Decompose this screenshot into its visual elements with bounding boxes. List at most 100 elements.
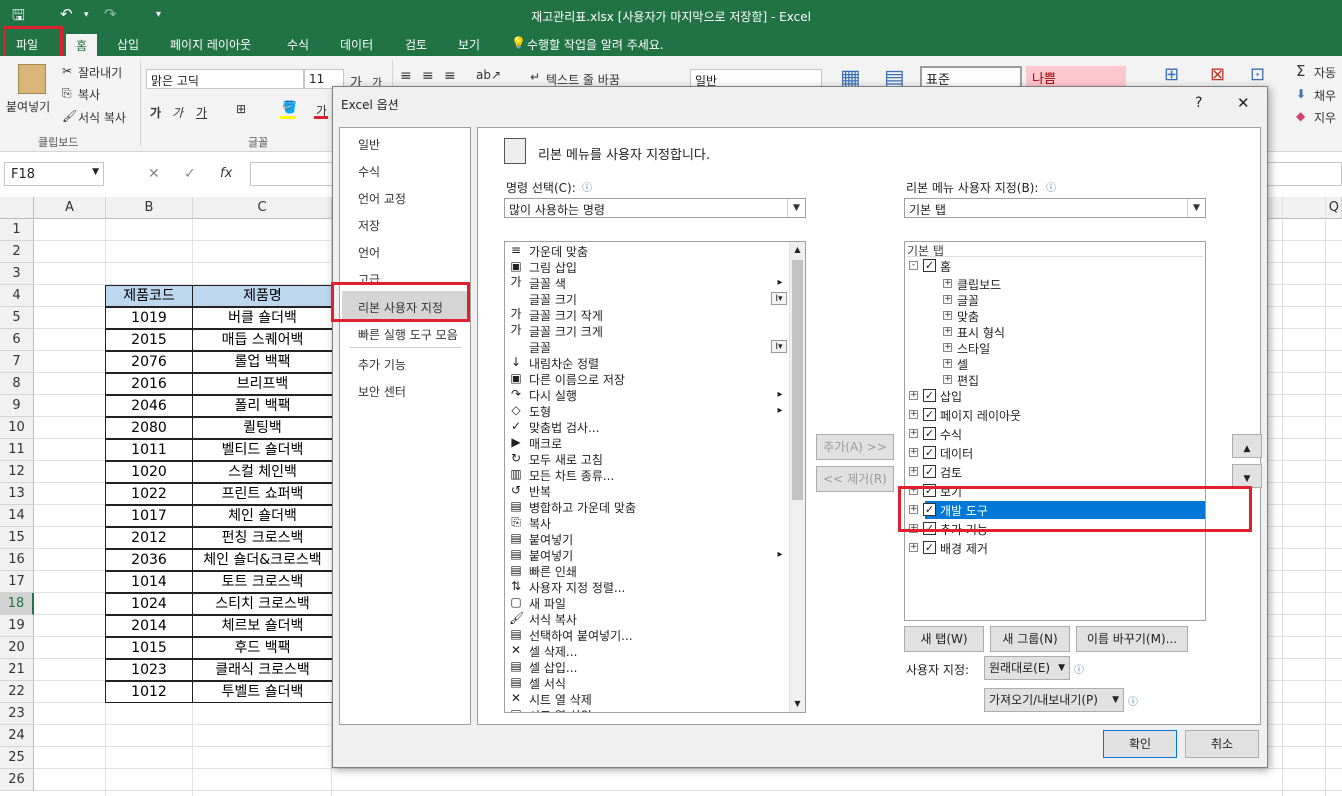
clear-button[interactable]: 지우 [1314,109,1336,126]
tree-tab[interactable]: 데이터 [940,445,973,462]
fill-color-icon[interactable]: 🪣 [282,100,297,114]
format-painter-icon[interactable]: 🖌 [62,109,77,123]
row-header[interactable]: 18 [0,593,34,615]
orientation-icon[interactable]: ab↗ [476,68,501,82]
bold-icon[interactable]: 가 [150,104,161,121]
insert-cells-icon[interactable]: ⊞ [1164,64,1179,85]
tree-tab[interactable]: 검토 [940,464,962,481]
product-name-cell[interactable]: 체르보 숄더백 [192,615,333,637]
copy-icon[interactable]: ⎘ [62,86,72,101]
command-item[interactable]: 새 파일 [529,595,566,612]
product-code-cell[interactable]: 1024 [105,593,193,615]
row-header[interactable]: 23 [0,703,34,725]
product-code-cell[interactable]: 2046 [105,395,193,417]
clear-icon[interactable]: ◆ [1296,109,1305,123]
product-name-cell[interactable]: 토트 크로스백 [192,571,333,593]
expand-icon[interactable]: + [943,279,952,288]
row-header[interactable]: 14 [0,505,34,527]
commands-list[interactable]: ≡ 가운데 맞춤 ▣ 그림 삽입 가 글꼴 색 ▸ 글꼴 크기 I▾ 가 글꼴 크기 작게 가 글꼴 크… [504,241,806,713]
italic-icon[interactable]: 가 [172,104,183,121]
tab-checkbox[interactable]: ✓ [923,389,936,402]
delete-cells-icon[interactable]: ⊠ [1210,64,1225,85]
customize-ribbon-dropdown[interactable]: 기본 탭 ▼ [904,198,1206,218]
remove-button[interactable]: << 제거(R) [816,466,894,492]
expand-icon[interactable]: + [909,429,918,438]
paste-button[interactable]: 붙여넣기 [6,98,50,115]
tab-checkbox[interactable]: ✓ [923,541,936,554]
command-item[interactable]: 모두 새로 고침 [529,451,603,468]
command-item[interactable]: 복사 [529,515,551,532]
align-bottom-icon[interactable]: ≡ [444,68,456,84]
row-header[interactable]: 15 [0,527,34,549]
tab-data[interactable]: 데이터 [340,36,373,53]
font-name-box[interactable]: 맑은 고딕 [146,69,304,89]
row-header[interactable]: 21 [0,659,34,681]
confirm-entry-icon[interactable]: ✓ [184,166,196,182]
expand-icon[interactable]: + [943,295,952,304]
row-header[interactable]: 13 [0,483,34,505]
command-item[interactable]: 빠른 인쇄 [529,563,577,580]
command-item[interactable]: 다른 이름으로 저장 [529,371,625,388]
wrap-text-icon[interactable]: ↵ [530,70,540,84]
tab-checkbox[interactable]: ✓ [923,408,936,421]
row-header[interactable]: 11 [0,439,34,461]
choose-commands-dropdown[interactable]: 많이 사용하는 명령 ▼ [504,198,806,218]
scroll-thumb[interactable] [792,260,803,500]
expand-icon[interactable]: + [943,343,952,352]
command-item[interactable]: 반복 [529,483,551,500]
header-product-code[interactable]: 제품코드 [105,285,193,307]
command-item[interactable]: 글꼴 [529,339,551,356]
row-header[interactable]: 26 [0,769,34,791]
nav-save[interactable]: 저장 [358,217,380,234]
row-header[interactable]: 20 [0,637,34,659]
product-code-cell[interactable]: 2076 [105,351,193,373]
move-down-button[interactable]: ▼ [1232,464,1262,488]
new-group-button[interactable]: 새 그룹(N) [990,626,1070,652]
tab-checkbox[interactable]: ✓ [923,446,936,459]
tell-me-box[interactable]: 수행할 작업을 알려 주세요. [527,36,664,53]
expand-icon[interactable]: + [943,359,952,368]
product-name-cell[interactable]: 투벨트 숄더백 [192,681,333,703]
tab-checkbox[interactable]: ✓ [923,465,936,478]
command-item[interactable]: 서식 복사 [529,611,577,628]
row-header[interactable]: 6 [0,329,34,351]
row-header[interactable]: 10 [0,417,34,439]
row-header[interactable]: 25 [0,747,34,769]
autosum-icon[interactable]: Σ [1296,62,1305,80]
paste-icon[interactable] [18,64,46,94]
product-code-cell[interactable]: 1017 [105,505,193,527]
product-code-cell[interactable]: 2016 [105,373,193,395]
product-name-cell[interactable]: 펀칭 크로스백 [192,527,333,549]
product-code-cell[interactable]: 1020 [105,461,193,483]
row-header[interactable]: 2 [0,241,34,263]
tab-review[interactable]: 검토 [405,36,427,53]
command-item[interactable]: 붙여넣기 [529,547,573,564]
import-export-dropdown[interactable]: 가져오기/내보내기(P) ▼ [984,688,1124,712]
product-name-cell[interactable]: 퀼팅백 [192,417,333,439]
tree-tab[interactable]: 삽입 [940,388,962,405]
tree-group[interactable]: 셀 [957,356,968,373]
product-name-cell[interactable]: 벨티드 숄더백 [192,439,333,461]
nav-formulas[interactable]: 수식 [358,163,380,180]
row-header[interactable]: 7 [0,351,34,373]
nav-language[interactable]: 언어 [358,244,380,261]
tab-checkbox[interactable]: ✓ [923,427,936,440]
help-button[interactable]: ? [1195,95,1202,111]
header-product-name[interactable]: 제품명 [192,285,333,307]
command-item[interactable]: 맞춤법 검사... [529,419,599,436]
command-item[interactable]: 매크로 [529,435,562,452]
product-code-cell[interactable]: 2012 [105,527,193,549]
row-header[interactable]: 9 [0,395,34,417]
tree-group[interactable]: 스타일 [957,340,990,357]
product-name-cell[interactable]: 후드 백팩 [192,637,333,659]
row-header[interactable]: 4 [0,285,34,307]
nav-add-ins[interactable]: 추가 기능 [358,356,406,373]
reset-dropdown[interactable]: 원래대로(E) ▼ [984,656,1070,680]
tab-home[interactable]: 홈 [66,34,98,56]
product-code-cell[interactable]: 2080 [105,417,193,439]
expand-icon[interactable]: + [909,448,918,457]
command-item[interactable]: 붙여넣기 [529,531,573,548]
align-top-icon[interactable]: ≡ [400,68,412,84]
close-button[interactable]: ✕ [1237,94,1250,112]
command-item[interactable]: 시트 열 삭제 [529,691,592,708]
